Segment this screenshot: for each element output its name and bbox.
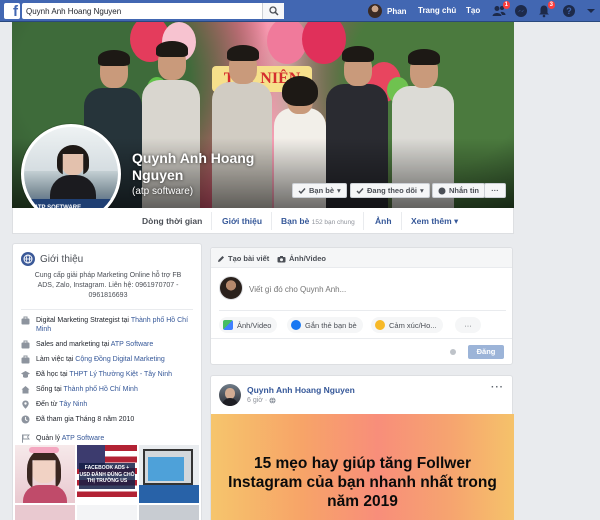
- friends-button[interactable]: Bạn bè ▾: [292, 183, 347, 198]
- photo-thumbnail[interactable]: [15, 445, 75, 503]
- photo-icon: [223, 320, 233, 330]
- info-row-work-3: Làm việc tại Cộng Đồng Digital Marketing: [21, 355, 197, 364]
- info-row-work-2: Sales and marketing tại ATP Software: [21, 340, 197, 349]
- nav-profile-link[interactable]: Phan: [368, 3, 407, 19]
- svg-text:?: ?: [566, 6, 572, 16]
- briefcase-icon: [21, 355, 30, 364]
- account-menu-chevron-icon[interactable]: [586, 4, 600, 18]
- home-icon: [21, 386, 30, 394]
- nav-home-link[interactable]: Trang chủ: [418, 6, 456, 15]
- nav-user-name: Phan: [387, 6, 407, 16]
- photo-thumbnail[interactable]: [77, 505, 137, 520]
- managed-page-link[interactable]: ATP Software: [62, 435, 105, 442]
- tag-friends-icon: [291, 320, 301, 330]
- post-image[interactable]: 15 mẹo hay giúp tăng Follwer Instagram c…: [211, 414, 514, 520]
- search-icon: [269, 6, 279, 16]
- emoji-icon: [375, 320, 385, 330]
- tab-timeline[interactable]: Dòng thời gian: [142, 216, 202, 226]
- checkmark-icon: [298, 187, 306, 194]
- feeling-activity-button[interactable]: Cảm xúc/Ho...: [371, 317, 443, 333]
- help-icon[interactable]: ?: [562, 4, 576, 18]
- post-author-link[interactable]: Quynh Anh Hoang Nguyen: [247, 385, 355, 395]
- tab-photos[interactable]: Ảnh: [375, 216, 392, 226]
- post-image-caption: 15 mẹo hay giúp tăng Follwer Instagram c…: [228, 455, 497, 510]
- photo-video-tab[interactable]: Ảnh/Video: [277, 254, 326, 263]
- current-city-link[interactable]: Thành phố Hồ Chí Minh: [64, 386, 138, 393]
- photo-thumbnail[interactable]: [15, 505, 75, 520]
- clock-icon: [21, 415, 30, 424]
- tab-friends[interactable]: Bạn bè 152 bạn chung: [281, 216, 355, 226]
- photo-video-button[interactable]: Ảnh/Video: [219, 317, 278, 333]
- briefcase-icon: [21, 316, 30, 325]
- hometown-link[interactable]: Tây Ninh: [59, 401, 87, 408]
- post-timestamp[interactable]: 6 giờ ·: [247, 397, 276, 404]
- pencil-icon: [218, 255, 224, 262]
- privacy-settings-icon[interactable]: [450, 349, 456, 355]
- info-row-education: Đã học tại THPT Lý Thường Kiệt - Tây Nin…: [21, 370, 197, 379]
- info-row-work-1: Digital Marketing Strategist tại Thành p…: [21, 316, 197, 334]
- avatar: [368, 4, 382, 18]
- profile-tabs: Dòng thời gian Giới thiệu Bạn bè 152 bạn…: [12, 208, 514, 234]
- workplace-link[interactable]: Cộng Đồng Digital Marketing: [75, 356, 165, 363]
- globe-icon: [269, 397, 276, 404]
- more-options-button[interactable]: ···: [484, 183, 506, 198]
- graduation-cap-icon: [21, 371, 30, 378]
- post-composer: Tạo bài viết Ảnh/Video Ảnh/Video Gắn thẻ…: [210, 247, 513, 365]
- intro-title: Giới thiệu: [40, 253, 84, 265]
- flag-icon: [22, 434, 30, 443]
- notifications-badge: 3: [547, 1, 555, 9]
- intro-card: Giới thiệu Cung cấp giải pháp Marketing …: [12, 243, 202, 520]
- avatar[interactable]: [219, 384, 241, 406]
- post-text-input[interactable]: [249, 282, 499, 296]
- messenger-icon[interactable]: [514, 4, 528, 18]
- notifications-icon[interactable]: 3: [537, 1, 555, 18]
- feed-post: Quynh Anh Hoang Nguyen 6 giờ · ··· 15 mẹ…: [210, 375, 514, 520]
- info-row-joined: Đã tham gia Tháng 8 năm 2010: [21, 415, 197, 424]
- briefcase-icon: [21, 340, 30, 349]
- photo-thumbnail[interactable]: [139, 445, 199, 503]
- tag-friends-button[interactable]: Gắn thẻ bạn bè: [287, 317, 363, 333]
- photo-thumbnail[interactable]: FACEBOOK ADS + USD ĐÁNH ĐÚNG CHỖ THỊ TRƯ…: [77, 445, 137, 503]
- top-navigation-bar: f Phan Trang chủ Tạo 1 3 ?: [0, 0, 600, 22]
- more-actions-button[interactable]: ···: [455, 317, 481, 333]
- globe-icon: [21, 252, 35, 266]
- create-post-tab[interactable]: Tạo bài viết: [217, 254, 269, 263]
- messenger-icon: [438, 187, 446, 194]
- employer-link[interactable]: ATP Software: [111, 341, 154, 348]
- search-input[interactable]: [22, 3, 284, 19]
- divider: [219, 310, 506, 311]
- facebook-logo-icon[interactable]: f: [4, 3, 20, 19]
- profile-name: Quynh Anh Hoang Nguyen: [132, 150, 255, 183]
- info-row-manages: Quản lý ATP Software: [21, 434, 197, 443]
- search-button[interactable]: [262, 3, 284, 19]
- tab-about[interactable]: Giới thiệu: [222, 216, 262, 226]
- message-button[interactable]: Nhắn tin: [432, 183, 485, 198]
- submit-post-button[interactable]: Đăng: [468, 345, 504, 359]
- checkmark-icon: [356, 187, 364, 194]
- location-pin-icon: [22, 400, 29, 409]
- nav-create-link[interactable]: Tạo: [466, 6, 480, 15]
- profile-alternate-name: (atp software): [132, 186, 194, 197]
- info-row-from: Đến từ Tây Ninh: [21, 400, 197, 409]
- friend-requests-icon[interactable]: 1: [492, 1, 510, 18]
- intro-description: Cung cấp giải pháp Marketing Online hỗ t…: [34, 272, 182, 299]
- avatar: [219, 276, 243, 300]
- info-row-lives-in: Sống tại Thành phố Hồ Chí Minh: [21, 385, 197, 394]
- tab-more[interactable]: Xem thêm ▾: [411, 216, 458, 227]
- following-button[interactable]: Đang theo dõi ▾: [350, 183, 430, 198]
- school-link[interactable]: THPT Lý Thường Kiệt - Tây Ninh: [69, 371, 172, 378]
- photo-thumbnail[interactable]: [139, 505, 199, 520]
- friend-requests-badge: 1: [502, 1, 510, 9]
- divider: [21, 309, 193, 310]
- camera-icon: [277, 255, 286, 262]
- post-options-button[interactable]: ···: [491, 382, 504, 393]
